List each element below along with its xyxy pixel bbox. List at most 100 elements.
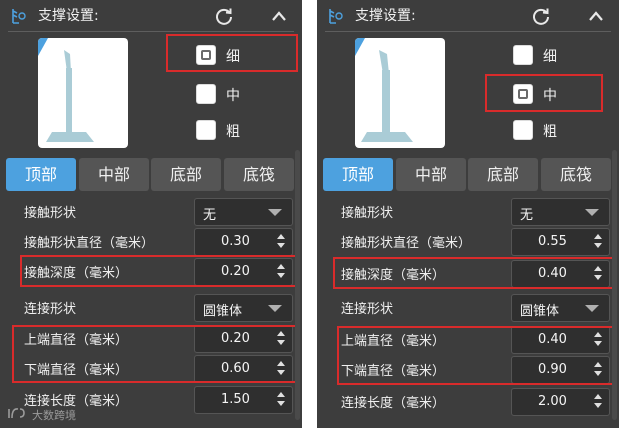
refresh-icon[interactable] — [531, 6, 551, 26]
option-fine-label: 细 — [543, 49, 557, 65]
spin-arrows-icon[interactable] — [594, 394, 602, 412]
tab-raft[interactable]: 底筏 — [224, 158, 294, 191]
contact-depth-spinbox[interactable]: 0.40 — [511, 260, 610, 288]
checkbox-medium[interactable] — [196, 84, 216, 104]
row-contact-depth: 接触深度（毫米） 0.40 — [317, 259, 619, 289]
support-settings-panel-fine: 支撑设置: 细 中 粗 顶部 中部 底部 底筏 接触形状 无 接触形状直径（毫米… — [0, 0, 302, 428]
lower-diameter-value: 0.60 — [221, 361, 250, 376]
option-medium-label: 中 — [543, 88, 557, 104]
chevron-up-icon[interactable] — [587, 8, 605, 24]
tab-bar: 顶部 中部 底部 底筏 — [6, 158, 294, 191]
chevron-up-icon[interactable] — [270, 8, 288, 24]
contact-depth-label: 接触深度（毫米） — [341, 268, 446, 283]
connection-length-spinbox[interactable]: 2.00 — [511, 388, 610, 416]
dropdown-arrow-icon — [268, 305, 282, 312]
row-connection-shape: 连接形状 圆锥体 — [0, 293, 302, 323]
connection-length-spinbox[interactable]: 1.50 — [194, 386, 293, 414]
tab-top[interactable]: 顶部 — [323, 158, 393, 191]
watermark-text: 大数跨境 — [32, 409, 76, 422]
dropdown-arrow-icon — [268, 209, 282, 216]
lower-diameter-label: 下端直径（毫米） — [341, 364, 446, 379]
checkbox-coarse[interactable] — [196, 120, 216, 140]
row-contact-depth: 接触深度（毫米） 0.20 — [0, 257, 302, 287]
spin-arrows-icon[interactable] — [277, 234, 285, 252]
checkbox-coarse[interactable] — [513, 120, 533, 140]
tab-middle[interactable]: 中部 — [79, 158, 149, 191]
tab-bottom[interactable]: 底部 — [468, 158, 538, 191]
lower-diameter-label: 下端直径（毫米） — [24, 363, 129, 378]
contact-diameter-spinbox[interactable]: 0.30 — [194, 228, 293, 256]
spin-arrows-icon[interactable] — [277, 392, 285, 410]
contact-depth-value: 0.20 — [221, 264, 250, 279]
tab-top[interactable]: 顶部 — [6, 158, 76, 191]
connection-shape-value: 圆锥体 — [203, 304, 243, 319]
dropdown-arrow-icon — [585, 305, 599, 312]
watermark-logo-icon — [8, 408, 25, 419]
connection-shape-select[interactable]: 圆锥体 — [194, 294, 293, 322]
row-contact-diameter: 接触形状直径（毫米） 0.55 — [317, 227, 619, 257]
contact-shape-value: 无 — [520, 208, 534, 223]
lower-diameter-value: 0.90 — [538, 362, 567, 377]
spin-arrows-icon[interactable] — [277, 331, 285, 349]
upper-diameter-spinbox[interactable]: 0.40 — [511, 326, 610, 354]
spin-arrows-icon[interactable] — [277, 361, 285, 379]
upper-diameter-label: 上端直径（毫米） — [341, 334, 446, 349]
connection-shape-select[interactable]: 圆锥体 — [511, 294, 610, 322]
contact-shape-select[interactable]: 无 — [511, 198, 610, 226]
tab-bar: 顶部 中部 底部 底筏 — [323, 158, 611, 191]
tab-middle[interactable]: 中部 — [396, 158, 466, 191]
contact-shape-label: 接触形状 — [341, 206, 394, 221]
spin-arrows-icon[interactable] — [594, 234, 602, 252]
contact-diameter-spinbox[interactable]: 0.55 — [511, 228, 610, 256]
support-settings-panel-medium: 支撑设置: 细 中 粗 顶部 中部 底部 底筏 接触形状 无 接触形状直径（毫米… — [317, 0, 619, 428]
spin-arrows-icon[interactable] — [277, 264, 285, 282]
contact-depth-value: 0.40 — [538, 266, 567, 281]
tab-bottom[interactable]: 底部 — [151, 158, 221, 191]
upper-diameter-spinbox[interactable]: 0.20 — [194, 325, 293, 353]
row-contact-diameter: 接触形状直径（毫米） 0.30 — [0, 227, 302, 257]
checkbox-fine[interactable] — [513, 45, 533, 65]
option-medium-label: 中 — [226, 88, 240, 104]
row-upper-diameter: 上端直径（毫米） 0.20 — [0, 324, 302, 354]
contact-depth-label: 接触深度（毫米） — [24, 266, 129, 281]
contact-shape-select[interactable]: 无 — [194, 198, 293, 226]
dropdown-arrow-icon — [585, 209, 599, 216]
connection-shape-label: 连接形状 — [341, 302, 394, 317]
row-upper-diameter: 上端直径（毫米） 0.40 — [317, 325, 619, 355]
upper-diameter-label: 上端直径（毫米） — [24, 333, 129, 348]
connection-shape-label: 连接形状 — [24, 302, 77, 317]
option-coarse-label: 粗 — [543, 124, 557, 140]
lower-diameter-spinbox[interactable]: 0.90 — [511, 356, 610, 384]
contact-shape-label: 接触形状 — [24, 206, 77, 221]
connection-shape-value: 圆锥体 — [520, 304, 560, 319]
spin-arrows-icon[interactable] — [594, 266, 602, 284]
lower-diameter-spinbox[interactable]: 0.60 — [194, 355, 293, 383]
panel-header: 支撑设置: — [317, 0, 619, 32]
scrollbar[interactable] — [295, 150, 300, 420]
upper-diameter-value: 0.20 — [221, 331, 250, 346]
contact-depth-spinbox[interactable]: 0.20 — [194, 258, 293, 286]
contact-diameter-label: 接触形状直径（毫米） — [24, 236, 155, 251]
upper-diameter-value: 0.40 — [538, 332, 567, 347]
tab-raft[interactable]: 底筏 — [541, 158, 611, 191]
contact-diameter-value: 0.30 — [221, 234, 250, 249]
connection-length-value: 2.00 — [538, 394, 567, 409]
spin-arrows-icon[interactable] — [594, 332, 602, 350]
row-connection-length: 连接长度（毫米） 2.00 — [317, 387, 619, 417]
scrollbar[interactable] — [612, 150, 617, 420]
option-fine-label: 细 — [226, 49, 240, 65]
support-settings-icon — [12, 9, 26, 24]
checkbox-fine[interactable] — [196, 45, 216, 65]
contact-shape-value: 无 — [203, 208, 217, 223]
option-coarse-label: 粗 — [226, 124, 240, 140]
connection-length-label: 连接长度（毫米） — [341, 396, 446, 411]
row-lower-diameter: 下端直径（毫米） 0.90 — [317, 355, 619, 385]
checkbox-medium[interactable] — [513, 84, 533, 104]
spin-arrows-icon[interactable] — [594, 362, 602, 380]
header-divider — [8, 31, 294, 32]
support-settings-icon — [329, 9, 343, 24]
contact-diameter-label: 接触形状直径（毫米） — [341, 236, 472, 251]
refresh-icon[interactable] — [214, 6, 234, 26]
row-lower-diameter: 下端直径（毫米） 0.60 — [0, 354, 302, 384]
panel-header: 支撑设置: — [0, 0, 302, 32]
